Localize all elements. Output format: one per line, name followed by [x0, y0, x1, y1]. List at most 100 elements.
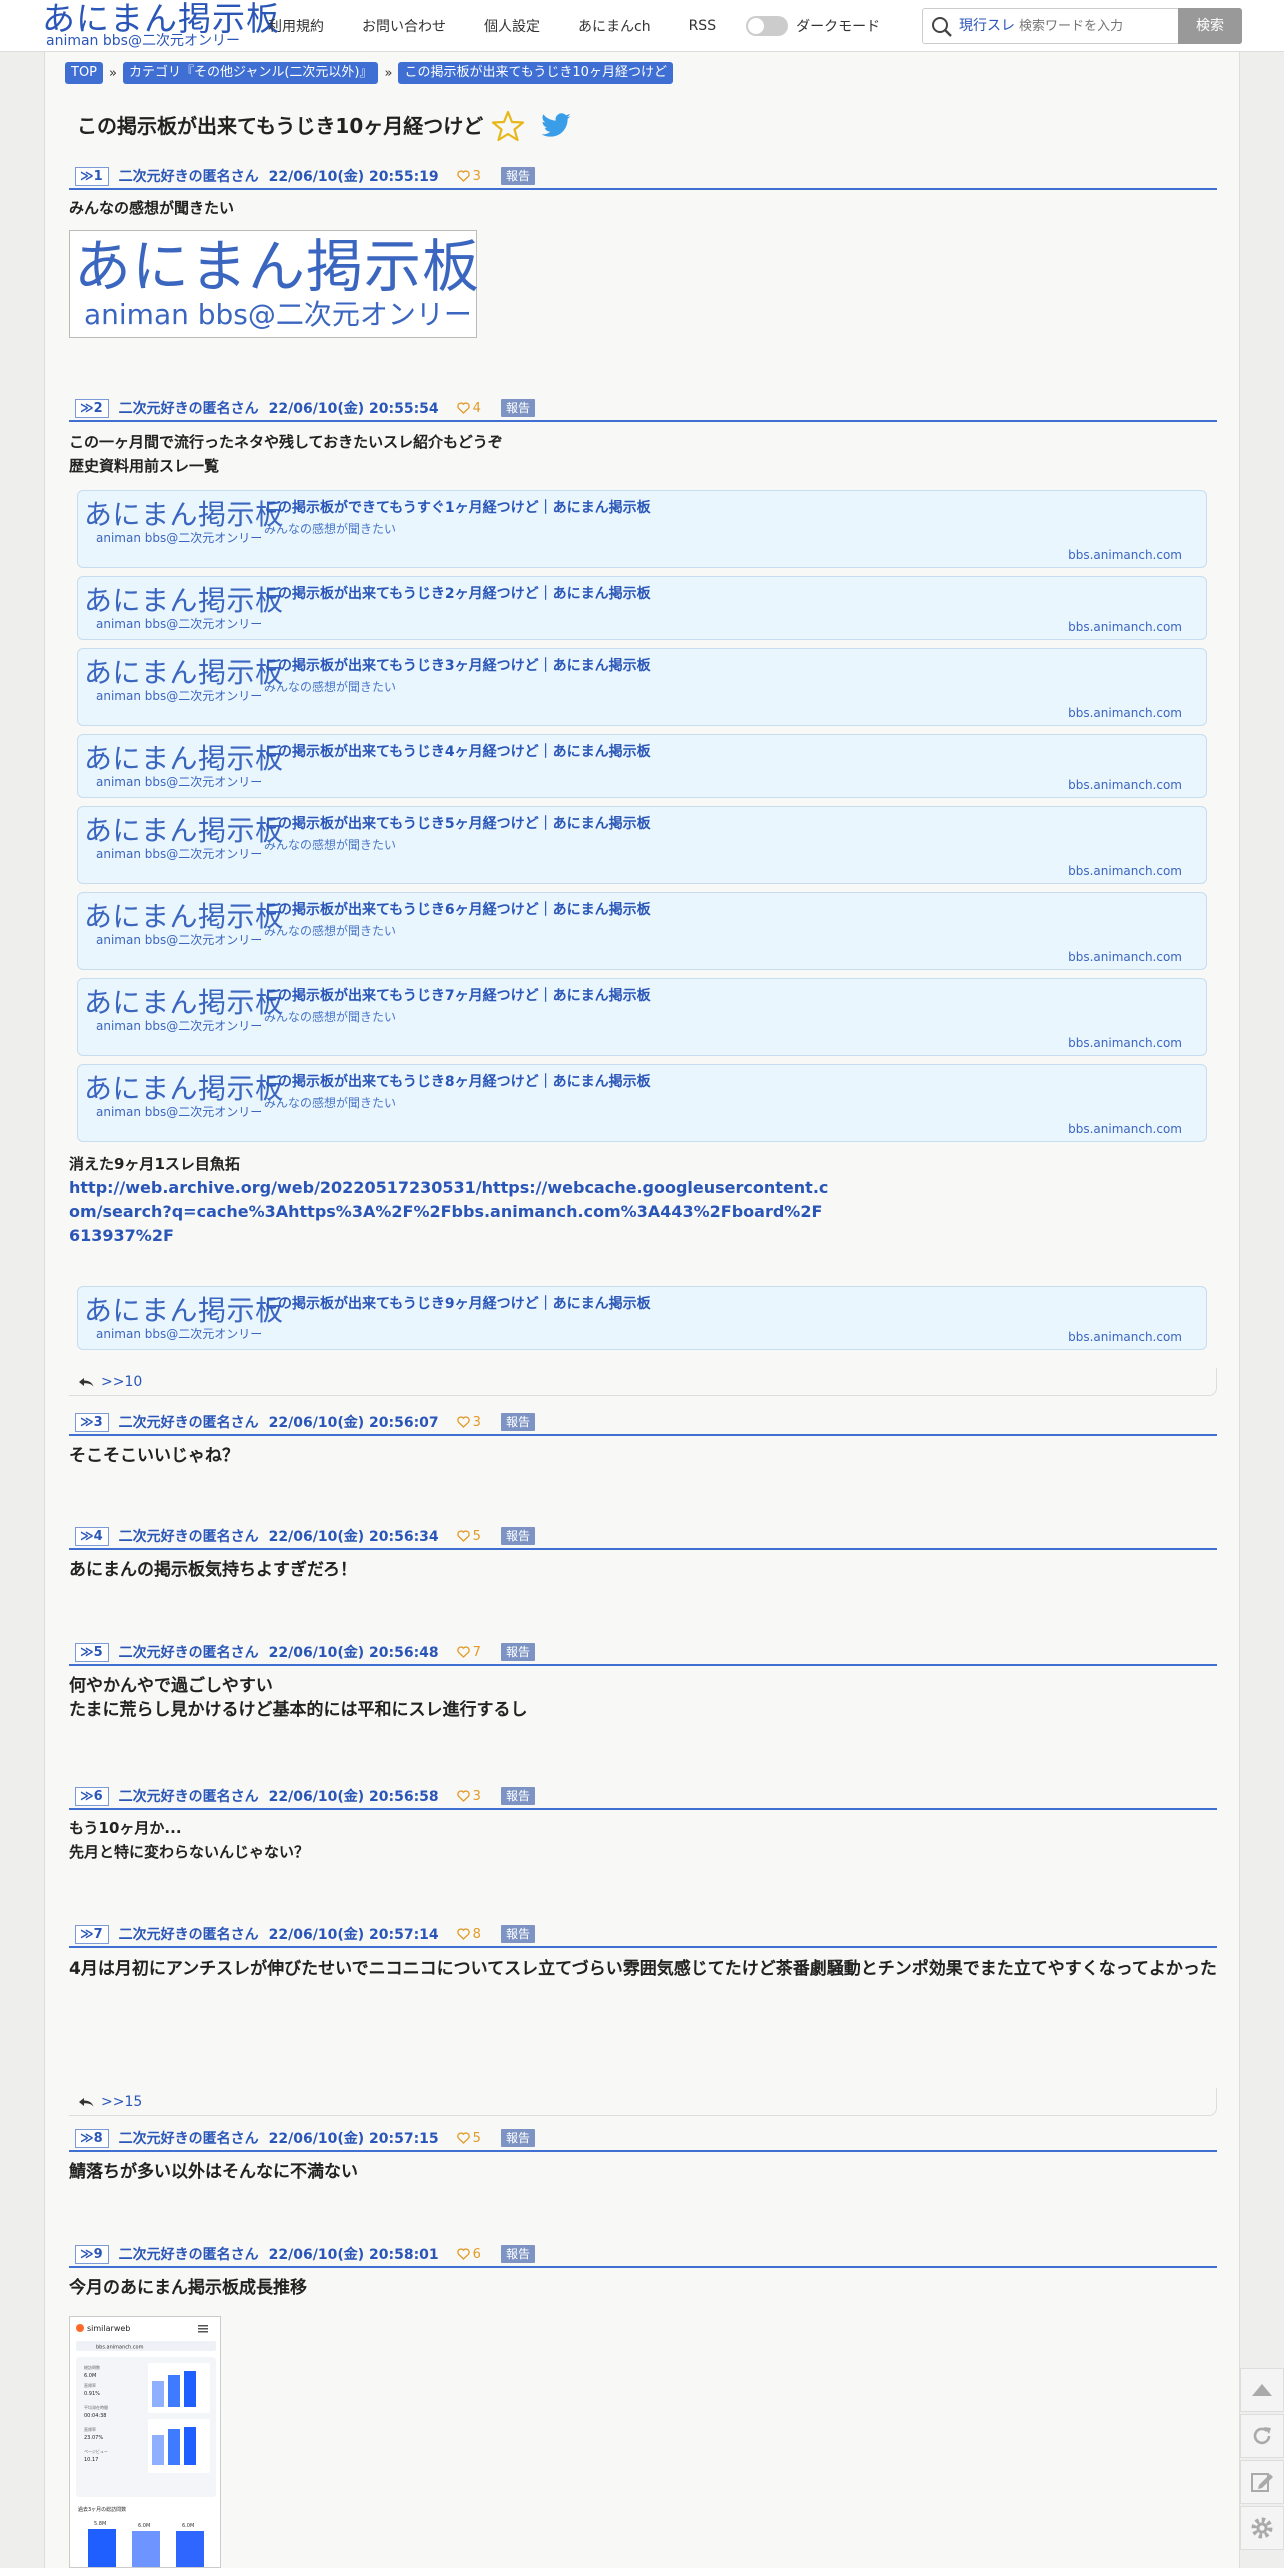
reply-link[interactable]: >>15 — [101, 2094, 142, 2110]
nav-terms[interactable]: 利用規約 — [268, 16, 324, 36]
post-date: 22/06/10(金) 20:56:58 — [268, 1789, 439, 1805]
post-number[interactable]: ≫9 — [75, 2244, 109, 2264]
link-card[interactable]: あにまん掲示板 animan bbs@二次元オンリー この掲示板が出来てもうじき3… — [77, 648, 1207, 726]
card-domain: bbs.animanch.com — [1068, 864, 1182, 878]
link-card[interactable]: あにまん掲示板 animan bbs@二次元オンリー この掲示板が出来てもうじき6… — [77, 892, 1207, 970]
sw-mini-bar — [152, 2381, 164, 2407]
sw-stat-label: 総訪問数 — [84, 2364, 100, 2370]
post-number[interactable]: ≫5 — [75, 1642, 109, 1662]
card-description: みんなの感想が聞きたい — [264, 522, 397, 536]
like-count: 3 — [472, 1788, 481, 1804]
reload-button[interactable] — [1240, 2414, 1284, 2458]
card-domain: bbs.animanch.com — [1068, 1036, 1182, 1050]
breadcrumb-top[interactable]: TOP — [65, 62, 104, 84]
poster-name: 二次元好きの匿名さん — [118, 2131, 259, 2147]
post-number[interactable]: ≫2 — [75, 398, 109, 418]
like-button[interactable]: 5 — [456, 1529, 481, 1544]
image-logo-sub: animan bbs@二次元オンリー — [84, 298, 472, 331]
like-button[interactable]: 3 — [456, 169, 481, 184]
report-button[interactable]: 報告 — [500, 399, 535, 417]
card-title: この掲示板が出来てもうじき3ヶ月経つけど｜あにまん掲示板 — [264, 658, 651, 674]
like-button[interactable]: 3 — [456, 1788, 481, 1804]
star-icon[interactable] — [491, 109, 525, 143]
like-button[interactable]: 5 — [456, 2131, 481, 2146]
breadcrumb-thread[interactable]: この掲示板が出来てもうじき10ヶ月経つけど — [398, 62, 673, 84]
link-card[interactable]: あにまん掲示板 animan bbs@二次元オンリー この掲示板が出来てもうじき2… — [77, 576, 1207, 640]
like-button[interactable]: 7 — [456, 1645, 481, 1660]
breadcrumb-category[interactable]: カテゴリ『その他ジャンル(二次元以外)』 — [122, 62, 379, 84]
link-card[interactable]: あにまん掲示板 animan bbs@二次元オンリー この掲示板が出来てもうじき7… — [77, 978, 1207, 1056]
link-card[interactable]: あにまん掲示板 animan bbs@二次元オンリー この掲示板が出来てもうじき4… — [77, 734, 1207, 798]
nav-animanch[interactable]: あにまんch — [578, 16, 651, 36]
post-header: ≫1 二次元好きの匿名さん 22/06/10(金) 20:55:19 3 報告 — [69, 164, 1217, 190]
report-button[interactable]: 報告 — [500, 1925, 535, 1943]
report-button[interactable]: 報告 — [500, 1643, 535, 1661]
search-scope-select[interactable]: 現行スレ — [959, 9, 1015, 43]
settings-button[interactable] — [1240, 2506, 1284, 2550]
nav-rss[interactable]: RSS — [689, 18, 717, 34]
post-image-similarweb[interactable]: similarweb bbs.animanch.com 総訪問数 6.0M 直帰… — [69, 2316, 221, 2568]
post-number[interactable]: ≫7 — [75, 1924, 109, 1944]
post: ≫1 二次元好きの匿名さん 22/06/10(金) 20:55:19 3 報告 … — [69, 164, 1217, 338]
like-button[interactable]: 4 — [456, 401, 481, 416]
reload-icon — [1253, 2427, 1271, 2445]
report-button[interactable]: 報告 — [500, 2245, 535, 2263]
post-number-value: 5 — [93, 1644, 103, 1660]
poster-name: 二次元好きの匿名さん — [118, 2247, 259, 2263]
dark-mode-toggle[interactable] — [746, 16, 789, 36]
like-button[interactable]: 6 — [456, 2246, 481, 2262]
card-logo-sub: animan bbs@二次元オンリー — [96, 1019, 263, 1033]
archive-link[interactable]: http://web.archive.org/web/2022051723053… — [69, 1176, 829, 1248]
post: ≫8 二次元好きの匿名さん 22/06/10(金) 20:57:15 5 報告 … — [69, 2126, 1217, 2184]
card-logo-main: あにまん掲示板 — [84, 498, 284, 531]
post-number[interactable]: ≫6 — [75, 1786, 109, 1806]
card-logo-sub: animan bbs@二次元オンリー — [96, 933, 263, 947]
card-title: この掲示板が出来てもうじき7ヶ月経つけど｜あにまん掲示板 — [264, 988, 651, 1004]
thread-page: TOP » カテゴリ『その他ジャンル(二次元以外)』 » この掲示板が出来てもう… — [44, 52, 1240, 2568]
card-domain: bbs.animanch.com — [1068, 1330, 1182, 1344]
like-button[interactable]: 8 — [456, 1927, 481, 1942]
card-title: この掲示板ができてもうすぐ1ヶ月経つけど｜あにまん掲示板 — [264, 500, 651, 516]
like-button[interactable]: 3 — [456, 1415, 481, 1430]
heart-icon — [456, 402, 470, 414]
report-button[interactable]: 報告 — [500, 1787, 535, 1805]
post-number[interactable]: ≫4 — [75, 1526, 109, 1546]
post: ≫3 二次元好きの匿名さん 22/06/10(金) 20:56:07 3 報告 … — [69, 1410, 1217, 1468]
nav-contact[interactable]: お問い合わせ — [362, 16, 446, 36]
nav-settings[interactable]: 個人設定 — [484, 16, 540, 36]
report-button[interactable]: 報告 — [500, 167, 535, 185]
post-number-value: 4 — [93, 1528, 103, 1544]
post-image[interactable]: あにまん掲示板 animan bbs@二次元オンリー — [69, 230, 479, 338]
card-logo-sub: animan bbs@二次元オンリー — [96, 1327, 263, 1341]
post-number-value: 1 — [93, 168, 103, 184]
link-card[interactable]: あにまん掲示板 animan bbs@二次元オンリー この掲示板が出来てもうじき8… — [77, 1064, 1207, 1142]
card-logo-sub: animan bbs@二次元オンリー — [96, 1105, 263, 1119]
post-date: 22/06/10(金) 20:56:34 — [268, 1529, 439, 1545]
post-number-value: 6 — [93, 1788, 103, 1804]
site-logo[interactable]: あにまん掲示板 animan bbs@二次元オンリー — [42, 0, 279, 50]
report-button[interactable]: 報告 — [500, 1527, 535, 1545]
post-header: ≫9 二次元好きの匿名さん 22/06/10(金) 20:58:01 6 報告 — [69, 2242, 1217, 2268]
heart-icon — [456, 2132, 470, 2144]
search-input[interactable] — [1019, 13, 1169, 39]
post-header: ≫5 二次元好きの匿名さん 22/06/10(金) 20:56:48 7 報告 — [69, 1640, 1217, 1666]
post-number[interactable]: ≫3 — [75, 1412, 109, 1432]
link-card[interactable]: あにまん掲示板 animan bbs@二次元オンリー この掲示板が出来てもうじき5… — [77, 806, 1207, 884]
post: ≫6 二次元好きの匿名さん 22/06/10(金) 20:56:58 3 報告 … — [69, 1784, 1217, 1864]
poster-name: 二次元好きの匿名さん — [118, 1529, 259, 1545]
card-title: この掲示板が出来てもうじき4ヶ月経つけど｜あにまん掲示板 — [264, 744, 651, 760]
link-card[interactable]: あにまん掲示板 animan bbs@二次元オンリー この掲示板ができてもうすぐ1… — [77, 490, 1207, 568]
like-count: 6 — [472, 2246, 481, 2262]
report-button[interactable]: 報告 — [500, 2129, 535, 2147]
post-number[interactable]: ≫1 — [75, 166, 109, 186]
report-button[interactable]: 報告 — [500, 1413, 535, 1431]
twitter-icon[interactable] — [539, 110, 573, 142]
post-number-value: 7 — [93, 1926, 103, 1942]
search-button[interactable]: 検索 — [1178, 8, 1242, 44]
scroll-top-button[interactable] — [1240, 2368, 1284, 2412]
post-number[interactable]: ≫8 — [75, 2128, 109, 2148]
reply-link[interactable]: >>10 — [101, 1374, 142, 1390]
poster-name: 二次元好きの匿名さん — [118, 169, 259, 185]
write-button[interactable] — [1240, 2460, 1284, 2504]
link-card[interactable]: あにまん掲示板 animan bbs@二次元オンリー この掲示板が出来てもうじき9… — [77, 1286, 1207, 1350]
